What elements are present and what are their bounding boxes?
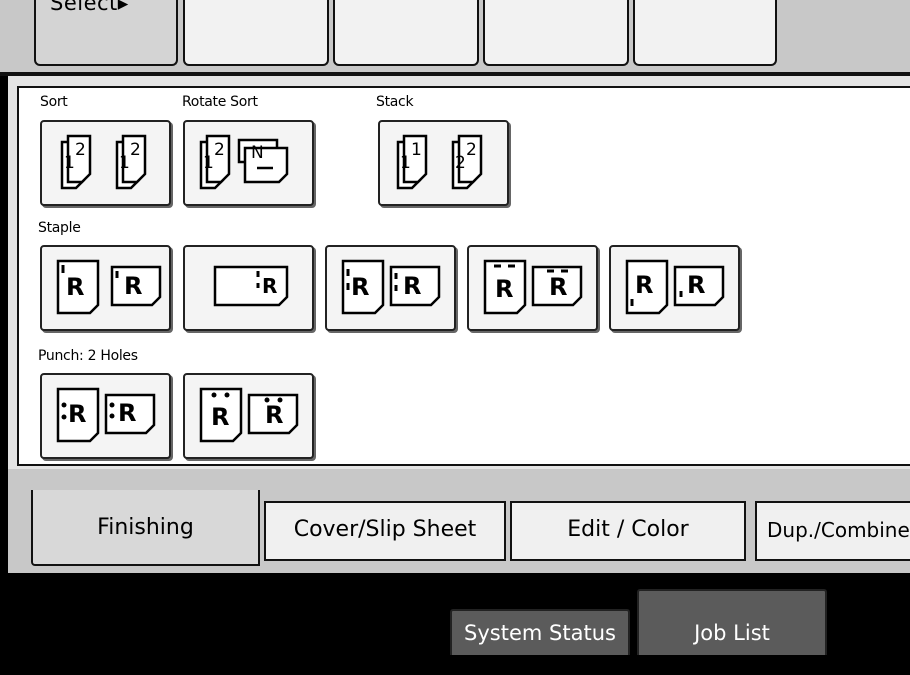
svg-text:2: 2 <box>214 140 225 160</box>
svg-text:R: R <box>687 271 705 299</box>
punch-left-icon: RR <box>56 387 156 443</box>
rotate-sort-button[interactable]: 12 N <box>183 120 314 206</box>
svg-text:R: R <box>351 273 369 301</box>
tab-finishing[interactable]: Finishing <box>31 490 260 566</box>
stack-button[interactable]: 11 22 <box>378 120 509 206</box>
select-button[interactable]: Select▸ <box>34 0 178 66</box>
staple-left-2-button[interactable]: RR <box>325 245 456 331</box>
staple-top-right-button[interactable]: R <box>183 245 314 331</box>
top-option-button-4[interactable] <box>633 0 777 66</box>
punch-left-button[interactable]: RR <box>40 373 171 459</box>
staple-top-left-button[interactable]: RR <box>40 245 171 331</box>
svg-text:1: 1 <box>119 153 130 173</box>
svg-text:2: 2 <box>130 140 141 160</box>
svg-text:R: R <box>549 273 567 301</box>
top-option-button-3[interactable] <box>483 0 629 66</box>
sort-button[interactable]: 12 12 <box>40 120 171 206</box>
staple-bottom-left-icon: RR <box>625 259 725 315</box>
svg-text:1: 1 <box>64 153 75 173</box>
staple-left-2-icon: RR <box>341 259 441 315</box>
rotate-sort-pages-icon: 12 N <box>199 134 289 190</box>
top-option-button-1[interactable] <box>183 0 329 66</box>
punch-label: Punch: 2 Holes <box>38 348 138 364</box>
top-option-button-2[interactable] <box>333 0 479 66</box>
tab-cover-slip-sheet[interactable]: Cover/Slip Sheet <box>264 501 506 561</box>
svg-text:2: 2 <box>455 153 466 173</box>
sort-label: Sort <box>40 94 68 110</box>
svg-text:R: R <box>68 400 86 428</box>
svg-text:R: R <box>495 275 513 303</box>
svg-text:1: 1 <box>400 153 411 173</box>
staple-top-left-landscape-icon: R <box>213 265 289 307</box>
svg-text:R: R <box>66 273 84 301</box>
tab-edit-color[interactable]: Edit / Color <box>510 501 746 561</box>
svg-text:R: R <box>211 403 229 431</box>
stack-label: Stack <box>376 94 414 110</box>
rotate-sort-label: Rotate Sort <box>182 94 258 110</box>
system-status-button[interactable]: System Status <box>450 609 630 655</box>
stack-pages-icon: 11 22 <box>396 134 483 190</box>
staple-top-2-button[interactable]: RR <box>467 245 598 331</box>
svg-text:2: 2 <box>466 140 477 160</box>
tab-dup-combine[interactable]: Dup./Combine <box>755 501 910 561</box>
svg-text:R: R <box>124 272 142 300</box>
staple-bottom-left-button[interactable]: RR <box>609 245 740 331</box>
punch-top-button[interactable]: RR <box>183 373 314 459</box>
staple-label: Staple <box>38 220 81 236</box>
svg-text:N: N <box>251 143 264 163</box>
staple-top-left-icon: RR <box>56 259 162 315</box>
svg-text:R: R <box>265 401 283 429</box>
sort-pages-icon: 12 12 <box>60 134 147 190</box>
select-label: Select▸ <box>50 0 129 15</box>
svg-text:1: 1 <box>203 153 214 173</box>
svg-text:R: R <box>262 274 277 298</box>
staple-top-2-icon: RR <box>483 259 583 315</box>
svg-text:1: 1 <box>411 140 422 160</box>
svg-text:R: R <box>635 271 653 299</box>
svg-text:R: R <box>118 399 136 427</box>
job-list-button[interactable]: Job List <box>637 589 827 655</box>
svg-text:R: R <box>403 272 421 300</box>
svg-text:2: 2 <box>75 140 86 160</box>
punch-top-icon: RR <box>199 387 299 443</box>
